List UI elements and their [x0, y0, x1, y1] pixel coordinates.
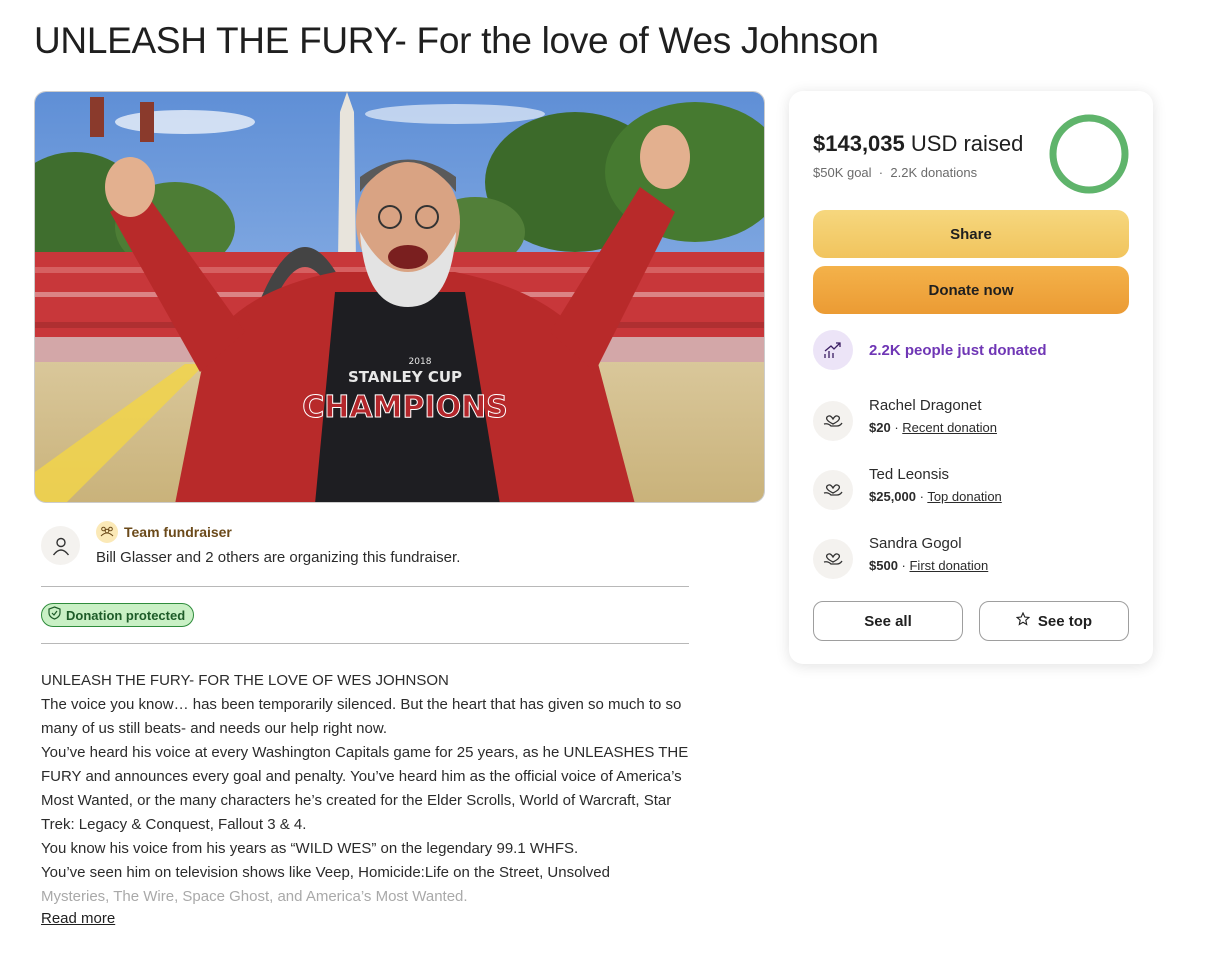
story-paragraph: The voice you know… has been temporarily…	[41, 696, 682, 737]
shirt-line1: STANLEY CUP	[348, 368, 462, 386]
person-icon	[41, 526, 80, 565]
donor-name: Rachel Dragonet	[869, 397, 982, 414]
team-fundraiser-label: Team fundraiser	[124, 524, 232, 540]
donor-amount: $25,000	[869, 489, 916, 504]
donor-amount: $20	[869, 420, 891, 435]
goal-separator: ·	[878, 165, 884, 180]
first-donation-link[interactable]: First donation	[909, 558, 988, 573]
donor-item: Rachel Dragonet $20 · Recent donation	[813, 397, 1133, 441]
shield-check-icon	[48, 605, 61, 625]
story-paragraph: UNLEASH THE FURY- FOR THE LOVE OF WES JO…	[41, 672, 449, 689]
story-text: UNLEASH THE FURY- FOR THE LOVE OF WES JO…	[41, 669, 701, 909]
see-top-button[interactable]: See top	[979, 601, 1129, 641]
raised-value: $143,035	[813, 131, 905, 156]
star-icon	[1015, 611, 1031, 630]
recent-donation-link[interactable]: Recent donation	[902, 420, 997, 435]
progress-ring	[1049, 114, 1129, 194]
donation-card: $143,035 USD raised $50K goal · 2.2K don…	[789, 91, 1153, 664]
goal-summary: $50K goal · 2.2K donations	[813, 165, 977, 180]
story-paragraph: You’ve seen him on television shows like…	[41, 864, 610, 881]
donor-meta: $500 · First donation	[869, 558, 989, 573]
team-fundraiser-chip: Team fundraiser	[96, 521, 232, 543]
story-paragraph: You know his voice from his years as “WI…	[41, 840, 579, 857]
shirt-year: 2018	[409, 357, 432, 367]
heart-hand-icon	[813, 401, 853, 441]
share-button[interactable]: Share	[813, 210, 1129, 258]
donation-protected-label: Donation protected	[66, 607, 186, 623]
donor-item: Ted Leonsis $25,000 · Top donation	[813, 466, 1133, 510]
heart-hand-icon	[813, 470, 853, 510]
donor-name: Ted Leonsis	[869, 466, 950, 483]
raised-suffix: USD raised	[904, 131, 1024, 156]
story-paragraph: You’ve heard his voice at every Washingt…	[41, 744, 689, 833]
donor-name: Sandra Gogol	[869, 535, 962, 552]
team-icon	[96, 521, 118, 543]
donor-amount: $500	[869, 558, 898, 573]
story-paragraph-faded: Mysteries, The Wire, Space Ghost, and Am…	[41, 888, 468, 905]
donor-meta: $20 · Recent donation	[869, 420, 997, 435]
organizer-text: Bill Glasser and 2 others are organizing…	[96, 549, 461, 566]
see-top-label: See top	[1037, 612, 1093, 630]
divider	[41, 643, 689, 644]
trending-up-icon	[813, 330, 853, 370]
donation-count: 2.2K donations	[890, 165, 978, 180]
progress-ring-fill	[1049, 114, 1129, 194]
donate-now-button[interactable]: Donate now	[813, 266, 1129, 314]
see-all-label: See all	[864, 612, 912, 630]
recent-activity-text: 2.2K people just donated	[869, 341, 1047, 359]
hero-image: STANLEY CUP CHAMPIONS 2018	[34, 91, 765, 503]
organizer-section: Team fundraiser Bill Glasser and 2 other…	[41, 521, 689, 587]
page-title: UNLEASH THE FURY- For the love of Wes Jo…	[34, 20, 879, 61]
raised-amount: $143,035 USD raised	[813, 131, 1023, 157]
goal-amount: $50K goal	[813, 165, 872, 180]
see-all-button[interactable]: See all	[813, 601, 963, 641]
recent-activity: 2.2K people just donated	[813, 330, 1047, 370]
divider	[41, 586, 689, 587]
donation-protected-badge[interactable]: Donation protected	[41, 603, 195, 627]
donor-item: Sandra Gogol $500 · First donation	[813, 535, 1133, 579]
read-more-link[interactable]: Read more	[41, 910, 115, 927]
donor-meta: $25,000 · Top donation	[869, 489, 1002, 504]
heart-hand-icon	[813, 539, 853, 579]
top-donation-link[interactable]: Top donation	[927, 489, 1001, 504]
shirt-line2: CHAMPIONS	[302, 390, 508, 425]
